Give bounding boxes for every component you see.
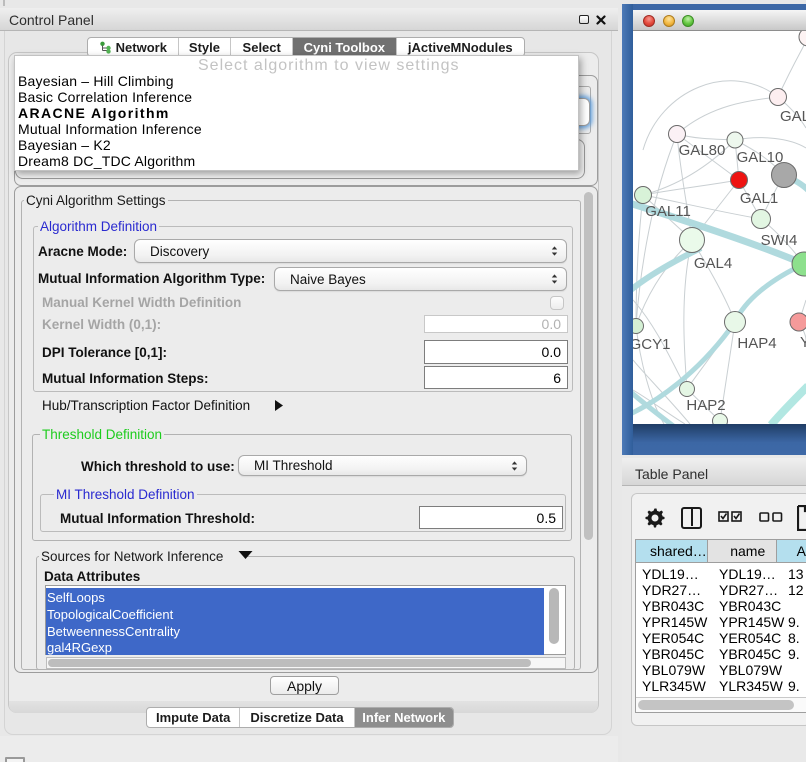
svg-text:GAL1: GAL1	[740, 190, 778, 207]
svg-text:GAL80: GAL80	[679, 142, 726, 159]
svg-text:Y: Y	[800, 334, 806, 351]
svg-text:SWI4: SWI4	[761, 232, 798, 249]
svg-text:GCY1: GCY1	[633, 336, 670, 353]
svg-text:HAP2: HAP2	[686, 397, 725, 414]
svg-text:GAL2: GAL2	[780, 108, 806, 125]
svg-text:GAL4: GAL4	[694, 255, 732, 272]
svg-text:HAP4: HAP4	[737, 335, 776, 352]
svg-text:GAL11: GAL11	[645, 203, 691, 220]
svg-text:GAL10: GAL10	[737, 149, 784, 166]
